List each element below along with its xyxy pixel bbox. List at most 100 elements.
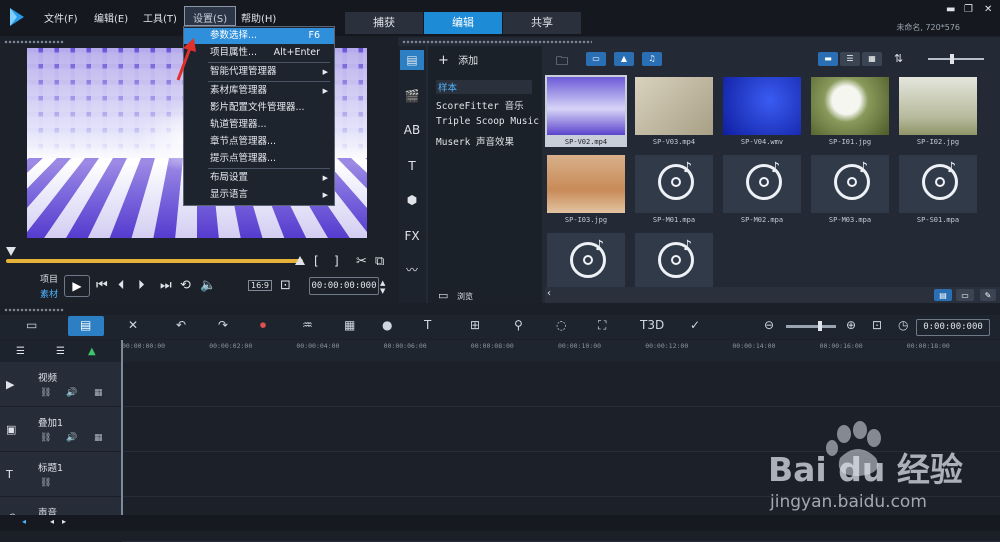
menu-item-layout-settings[interactable]: 布局设置 ▶	[184, 170, 334, 186]
label-clip[interactable]: 素材	[40, 287, 58, 300]
ripple-icon[interactable]: ▦	[94, 388, 103, 398]
home-icon[interactable]: ⏮	[96, 278, 108, 293]
ripple-icon[interactable]: ▦	[94, 433, 103, 443]
change-display-icon[interactable]: ⊡	[280, 278, 291, 293]
trim-end-handle[interactable]	[295, 256, 305, 265]
scrubber-handle[interactable]	[6, 247, 16, 256]
tab-edit[interactable]: 编辑	[424, 12, 502, 34]
menu-item-smart-proxy[interactable]: 智能代理管理器 ▶	[184, 64, 334, 80]
restore-icon[interactable]: ❐	[964, 4, 973, 15]
collapse-library-icon[interactable]: ‹	[547, 288, 551, 299]
library-options-icon-2[interactable]: ▭	[956, 289, 974, 301]
tab-share[interactable]: 共享	[503, 12, 581, 34]
library-edit-icon[interactable]: ✎	[980, 289, 996, 301]
menu-settings[interactable]: 设置(S)	[184, 6, 236, 26]
media-thumb-sp-v04[interactable]: SP-V04.wmv	[721, 75, 803, 147]
menu-item-library-manager[interactable]: 素材库管理器 ▶	[184, 83, 334, 99]
show-photos-icon[interactable]: ▲	[614, 52, 634, 66]
panel-grip[interactable]	[402, 40, 592, 44]
timeline-scrollbar[interactable]	[0, 515, 1000, 531]
screen-capture-icon[interactable]: ⛶	[598, 318, 606, 333]
media-thumb-audio[interactable]: ♪	[633, 231, 715, 287]
link-icon[interactable]: ⛓	[40, 433, 51, 443]
instant-project-icon[interactable]: 🎬	[400, 86, 424, 106]
track-manager-icon[interactable]: ☰	[16, 346, 25, 357]
thumb-size-knob[interactable]	[950, 54, 954, 64]
menu-help[interactable]: 帮助(H)	[241, 10, 276, 25]
folder-item-samples[interactable]: 样本	[436, 80, 532, 94]
add-folder-button[interactable]: + 添加	[438, 52, 478, 68]
add-marker-icon[interactable]: ▲	[88, 346, 96, 357]
menu-item-track-manager[interactable]: 轨道管理器...	[184, 117, 334, 133]
link-icon[interactable]: ⛓	[40, 388, 51, 398]
menu-item-chapter-manager[interactable]: 章节点管理器...	[184, 134, 334, 150]
media-thumb-sp-m01[interactable]: ♪ SP-M01.mpa	[633, 153, 715, 225]
volume-icon[interactable]: 🔈	[200, 278, 216, 293]
play-button[interactable]: ▶	[64, 275, 90, 297]
panel-grip[interactable]	[4, 308, 64, 312]
mute-icon[interactable]: 🔊	[66, 433, 77, 443]
transition-icon[interactable]: AB	[400, 120, 424, 140]
aspect-ratio-select[interactable]: 16:9	[248, 280, 272, 291]
track-header-title[interactable]: T 标题1 ⛓	[0, 452, 122, 497]
next-frame-icon[interactable]: ⏵	[138, 278, 145, 293]
scroll-next-icon[interactable]: ▸	[62, 517, 66, 526]
auto-music-icon[interactable]: ▦	[344, 318, 355, 332]
library-options-icon[interactable]: ▤	[934, 289, 952, 301]
media-thumb-sp-i03[interactable]: SP-I03.jpg	[545, 153, 627, 225]
minimize-icon[interactable]: ▬	[946, 4, 955, 15]
subtitle-editor-icon[interactable]: T	[424, 318, 431, 332]
undo-icon[interactable]: ↶	[176, 318, 186, 332]
thumb-size-slider[interactable]	[928, 58, 984, 60]
list-view-icon[interactable]: ☰	[840, 52, 860, 66]
grid-view-icon[interactable]: ▦	[862, 52, 882, 66]
zoom-in-icon[interactable]: ⊕	[846, 318, 856, 332]
folder-item-muserk[interactable]: Muserk 声音效果	[436, 134, 514, 148]
media-thumb-sp-i02[interactable]: SP-I02.jpg	[897, 75, 979, 147]
timeline-timecode[interactable]: 0:00:00:000	[916, 319, 990, 336]
motion-tracking-icon[interactable]: ⚲	[514, 318, 523, 332]
menu-item-cue-manager[interactable]: 提示点管理器...	[184, 151, 334, 167]
media-icon[interactable]: ▤	[400, 50, 424, 70]
track-lane-video[interactable]	[122, 362, 1000, 407]
zoom-slider[interactable]	[786, 325, 836, 328]
link-icon[interactable]: ⛓	[40, 478, 51, 488]
import-media-icon[interactable]: 🗀	[556, 52, 568, 73]
redo-icon[interactable]: ↷	[218, 318, 228, 332]
graphic-icon[interactable]: ⬢	[400, 190, 424, 210]
pan-zoom-icon[interactable]: ◌	[556, 318, 566, 332]
timeline-ruler[interactable]: 00:00:00:00 00:00:02:00 00:00:04:00 00:00:0…	[122, 340, 1000, 362]
show-videos-icon[interactable]: ▭	[586, 52, 606, 66]
end-icon[interactable]: ⏭	[160, 278, 172, 293]
preview-timecode[interactable]: 00:00:00:000	[309, 277, 379, 295]
tab-capture[interactable]: 捕获	[345, 12, 423, 34]
chapter-point-icon[interactable]: ☰	[56, 346, 65, 357]
folder-item-triple-scoop[interactable]: Triple Scoop Music	[436, 116, 539, 127]
media-thumb-sp-s01[interactable]: ♪ SP-S01.mpa	[897, 153, 979, 225]
label-project[interactable]: 项目	[40, 272, 58, 285]
fit-project-icon[interactable]: ⊡	[872, 318, 882, 332]
3d-title-icon[interactable]: T3D	[640, 318, 664, 332]
browse-button[interactable]: ▭ 浏览	[438, 289, 473, 302]
menu-edit[interactable]: 编辑(E)	[94, 10, 128, 25]
menu-item-project-properties[interactable]: 项目属性... Alt+Enter	[184, 45, 334, 61]
mute-icon[interactable]: 🔊	[66, 388, 77, 398]
menu-item-preferences[interactable]: 参数选择... F6	[184, 28, 334, 44]
sound-mixer-icon[interactable]: ♒	[302, 318, 313, 332]
panel-grip[interactable]	[4, 40, 64, 44]
track-header-video[interactable]: ▶ 视频 ⛓ 🔊 ▦	[0, 362, 122, 407]
mark-out-icon[interactable]: ]	[334, 254, 339, 268]
menu-tools[interactable]: 工具(T)	[143, 10, 177, 25]
fx-icon[interactable]: FX	[400, 226, 424, 246]
scroll-left-icon[interactable]: ◂	[22, 517, 26, 526]
tools-icon[interactable]: ✕	[128, 318, 138, 332]
playhead[interactable]	[121, 340, 123, 515]
repeat-icon[interactable]: ⟲	[180, 278, 191, 293]
zoom-out-icon[interactable]: ⊖	[764, 318, 774, 332]
thumbnail-view-icon[interactable]: ▬	[818, 52, 838, 66]
show-audio-icon[interactable]: ♫	[642, 52, 662, 66]
record-capture-icon[interactable]: ⏺	[260, 318, 266, 333]
storyboard-check-icon[interactable]: ✓	[690, 318, 700, 332]
scrub-bar[interactable]	[6, 259, 303, 263]
media-thumb-sp-m03[interactable]: ♪ SP-M03.mpa	[809, 153, 891, 225]
